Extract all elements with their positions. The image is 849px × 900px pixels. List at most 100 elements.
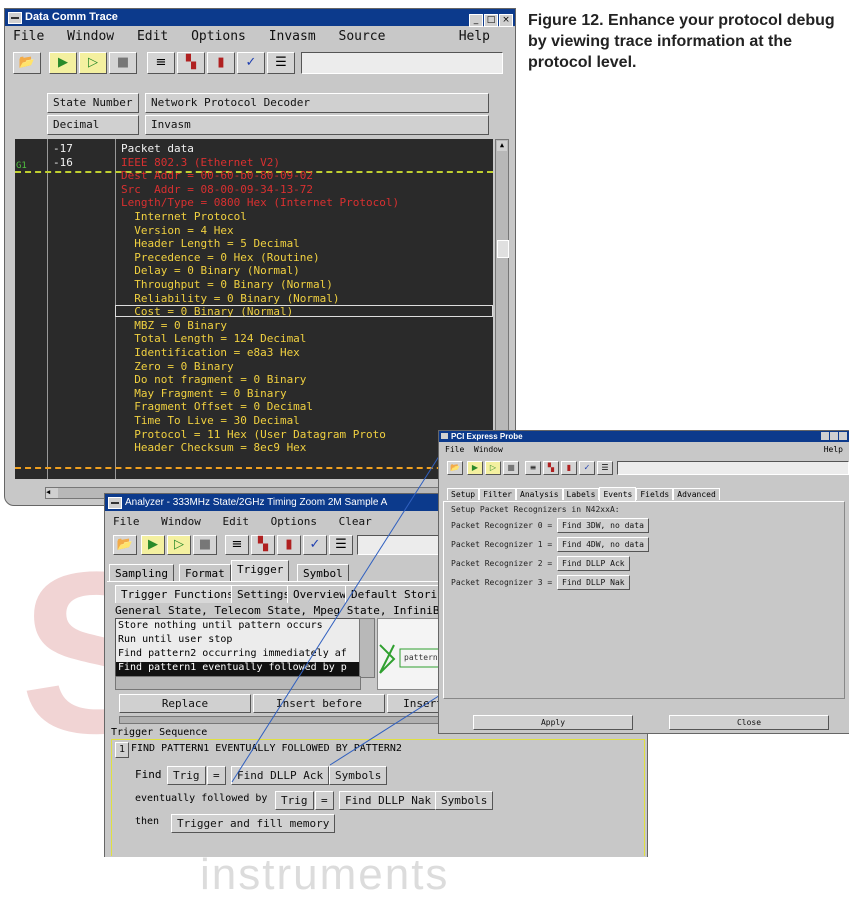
menu-edit[interactable]: Edit [137,29,168,44]
close-button[interactable]: Close [669,715,829,730]
replace-button[interactable]: Replace [119,694,251,713]
list-icon[interactable]: ≡ [225,535,249,555]
list-icon[interactable]: ≡ [525,461,541,475]
tab-sampling[interactable]: Sampling [109,564,174,582]
list-item[interactable]: Run until user stop [118,634,232,645]
menu-help[interactable]: Help [459,26,490,48]
stop-icon[interactable]: ■ [503,461,519,475]
insert-before-button[interactable]: Insert before [253,694,385,713]
tab-symbol[interactable]: Symbol [297,564,349,582]
scroll-left-icon[interactable]: ◀ [46,488,58,498]
tab-advanced[interactable]: Advanced [673,488,720,500]
dct-titlebar[interactable]: Data Comm Trace _ □ × [5,9,515,27]
trig-dropdown-1[interactable]: Trig [167,766,206,785]
list-scrollbar[interactable] [359,618,375,678]
subtab-trigger-functions[interactable]: Trigger Functions [115,585,240,603]
toolbar-field[interactable] [301,52,503,74]
col-state-number[interactable]: State Number [47,93,139,113]
operator-dropdown-2[interactable]: = [315,791,334,810]
open-folder-icon[interactable]: 📂 [13,52,41,74]
menu-invasm[interactable]: Invasm [269,29,316,44]
pattern-value-1[interactable]: Find DLLP Ack [231,766,330,785]
stop-icon[interactable]: ■ [193,535,217,555]
list-item[interactable]: Find pattern2 occurring immediately af [118,648,347,659]
minimize-icon[interactable] [821,432,829,440]
col-base-invasm[interactable]: Invasm [145,115,489,135]
menu-window[interactable]: Window [161,515,201,528]
recognizer-1-value[interactable]: Find 4DW, no data [557,537,649,552]
menu-file[interactable]: File [13,29,44,44]
run-repetitive-icon[interactable]: ▷ [79,52,107,74]
tab-labels[interactable]: Labels [562,488,600,500]
list-hscrollbar[interactable] [115,676,361,690]
apply-button[interactable]: Apply [473,715,633,730]
check-icon[interactable]: ✓ [579,461,595,475]
scroll-thumb[interactable] [497,240,509,258]
config-icon[interactable]: ▚ [543,461,559,475]
tab-setup[interactable]: Setup [447,488,480,500]
scroll-up-icon[interactable]: ▲ [497,141,507,151]
close-icon[interactable] [839,432,847,440]
module-icon[interactable]: ▮ [277,535,301,555]
maximize-icon[interactable] [830,432,838,440]
run-repetitive-icon[interactable]: ▷ [167,535,191,555]
window-menu-icon[interactable] [8,12,22,24]
menu-file[interactable]: File [445,445,464,454]
recognizer-3-value[interactable]: Find DLLP Nak [557,575,630,590]
module-icon[interactable]: ▮ [561,461,577,475]
tab-trigger[interactable]: Trigger [231,560,290,582]
tools-icon[interactable]: ☰ [267,52,295,74]
menu-window[interactable]: Window [474,445,503,454]
recognizer-0-value[interactable]: Find 3DW, no data [557,518,649,533]
symbols-button-1[interactable]: Symbols [329,766,388,785]
menu-file[interactable]: File [113,515,140,528]
trace-listing[interactable]: G1 -17 Packet data -16 IEEE 802.3 (Ethernet… [15,139,493,479]
open-folder-icon[interactable]: 📂 [113,535,137,555]
run-icon[interactable]: ▶ [49,52,77,74]
list-icon[interactable]: ≡ [147,52,175,74]
tools-icon[interactable]: ☰ [597,461,613,475]
open-folder-icon[interactable]: 📂 [447,461,463,475]
menu-help[interactable]: Help [824,445,843,454]
check-icon[interactable]: ✓ [237,52,265,74]
tab-analysis[interactable]: Analysis [516,488,563,500]
tab-fields[interactable]: Fields [636,488,674,500]
menu-options[interactable]: Options [191,29,246,44]
list-item-selected[interactable]: Find pattern1 eventually followed by p [116,662,360,676]
trigger-action-dropdown[interactable]: Trigger and fill memory [171,814,336,833]
sequence-number-button[interactable]: 1 [115,742,130,758]
config-icon[interactable]: ▚ [251,535,275,555]
run-icon[interactable]: ▶ [141,535,165,555]
pci-titlebar[interactable]: PCI Express Probe [439,431,849,442]
trig-dropdown-2[interactable]: Trig [275,791,314,810]
check-icon[interactable]: ✓ [303,535,327,555]
col-network-protocol-decoder[interactable]: Network Protocol Decoder [145,93,489,113]
subtab-overview[interactable]: Overview [287,585,352,603]
vertical-scrollbar[interactable]: ▲ [495,139,509,479]
tab-filter[interactable]: Filter [479,488,516,500]
operator-dropdown-1[interactable]: = [207,766,226,785]
window-menu-icon[interactable] [108,497,122,509]
tools-icon[interactable]: ☰ [329,535,353,555]
tab-events[interactable]: Events [599,487,637,501]
config-icon[interactable]: ▚ [177,52,205,74]
run-repetitive-icon[interactable]: ▷ [485,461,501,475]
pattern-value-2[interactable]: Find DLLP Nak [339,791,438,810]
recognizer-2-value[interactable]: Find DLLP Ack [557,556,630,571]
tab-format[interactable]: Format [179,564,231,582]
menu-options[interactable]: Options [271,515,317,528]
window-menu-icon[interactable] [441,433,448,439]
module-icon[interactable]: ▮ [207,52,235,74]
menu-edit[interactable]: Edit [223,515,250,528]
menu-clear[interactable]: Clear [339,515,372,528]
menu-source[interactable]: Source [339,29,386,44]
trigger-function-list[interactable]: Store nothing until pattern occurs Run u… [115,618,361,678]
toolbar-field[interactable] [617,461,849,475]
stop-icon[interactable]: ■ [109,52,137,74]
run-icon[interactable]: ▶ [467,461,483,475]
list-item[interactable]: Store nothing until pattern occurs [118,620,323,631]
menu-window[interactable]: Window [67,29,114,44]
toolbar-field[interactable] [357,535,449,555]
col-base-decimal[interactable]: Decimal [47,115,139,135]
symbols-button-2[interactable]: Symbols [435,791,494,810]
